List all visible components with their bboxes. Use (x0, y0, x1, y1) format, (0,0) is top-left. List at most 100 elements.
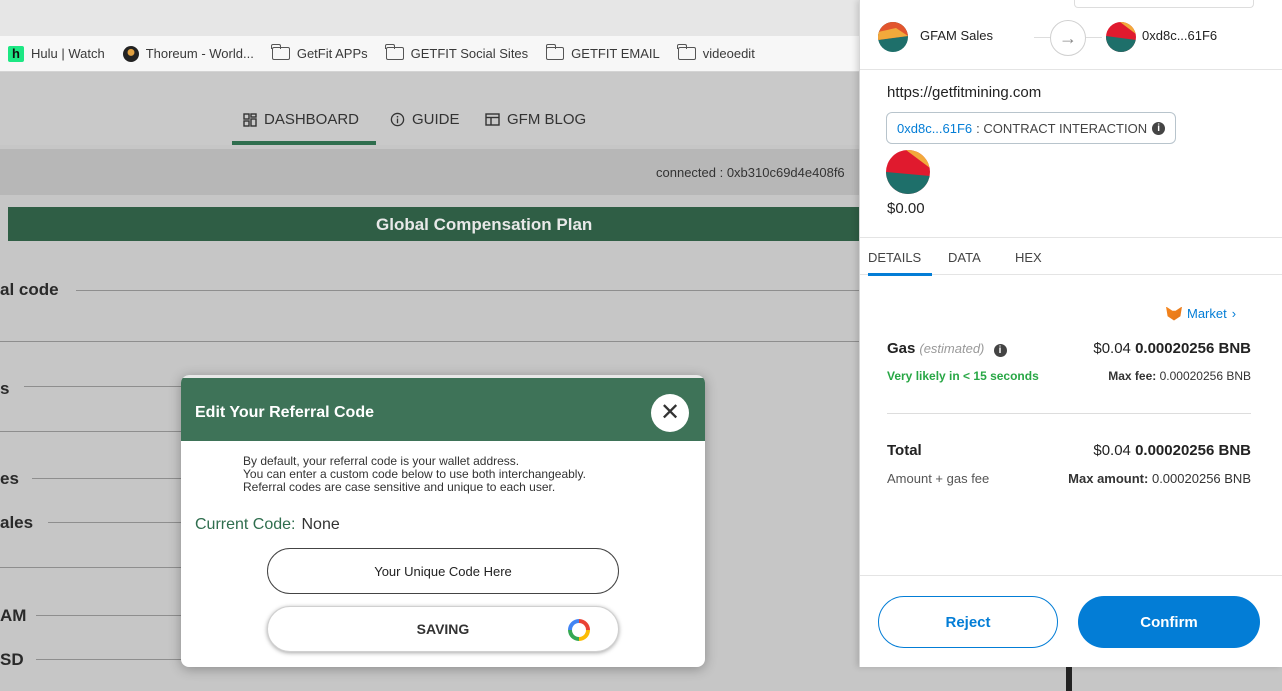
gas-title: Gas (887, 340, 916, 357)
max-amount-value: 0.00020256 BNB (1151, 471, 1251, 486)
bookmark-folder-videoedit[interactable]: videoedit (677, 44, 755, 61)
bookmark-folder-getfit-apps[interactable]: GetFit APPs (271, 44, 368, 61)
gas-fiat: $0.04 (1093, 340, 1131, 357)
close-button[interactable]: ✕ (651, 394, 689, 432)
header-divider (1086, 37, 1102, 38)
row-divider (36, 659, 182, 660)
dashboard-icon (243, 112, 257, 127)
info-icon: i (1152, 121, 1166, 135)
nav-label: GUIDE (412, 111, 460, 128)
gas-label: Gas (estimated) i (887, 340, 1007, 357)
bookmark-thoreum[interactable]: Thoreum - World... (122, 45, 254, 62)
row-divider (24, 386, 184, 387)
modal-description: By default, your referral code is your w… (243, 455, 586, 494)
details-panel: Market › Gas (estimated) i $0.04 0.000202… (860, 276, 1282, 586)
contract-avatar (886, 150, 930, 194)
connected-address: connected : 0xb310c69d4e408f6 (656, 165, 845, 180)
metamask-fox-icon (1166, 306, 1182, 321)
from-account-avatar (878, 22, 908, 52)
bookmark-hulu[interactable]: h Hulu | Watch (8, 45, 105, 62)
blog-icon (485, 113, 500, 126)
nav-active-indicator (232, 141, 376, 145)
total-bnb: 0.00020256 BNB (1135, 442, 1251, 459)
folder-icon (545, 44, 565, 60)
info-icon (390, 112, 405, 127)
total-fiat: $0.04 (1093, 442, 1131, 459)
folder-icon (271, 44, 290, 60)
arrow-right-icon: → (1050, 20, 1086, 56)
max-amount-label: Max amount: (1068, 471, 1149, 486)
desc-line: Referral codes are case sensitive and un… (243, 480, 556, 494)
gas-estimated: (estimated) (919, 341, 985, 356)
from-account-name: GFAM Sales (920, 28, 993, 43)
current-code-label: Current Code: (195, 516, 296, 533)
bookmark-folder-email[interactable]: GETFIT EMAIL (545, 44, 660, 61)
referral-code-input[interactable] (267, 548, 619, 594)
wallet-popup: GFAM Sales → 0xd8c...61F6 https://getfit… (859, 0, 1282, 667)
bookmark-label: GETFIT EMAIL (571, 46, 660, 61)
contract-address: 0xd8c...61F6 (897, 120, 973, 136)
row-label: AM (0, 606, 27, 625)
market-link[interactable]: Market › (1166, 306, 1236, 321)
contract-label: : CONTRACT INTERACTION (976, 120, 1148, 136)
referral-code-modal: Edit Your Referral Code ✕ By default, yo… (181, 375, 705, 667)
modal-header: Edit Your Referral Code ✕ (181, 375, 705, 441)
modal-title: Edit Your Referral Code (195, 404, 374, 421)
wallet-footer: Reject Confirm (860, 575, 1282, 667)
bookmark-folder-social[interactable]: GETFIT Social Sites (385, 44, 529, 61)
row-divider (0, 431, 184, 432)
bookmark-label: GetFit APPs (296, 46, 368, 61)
chevron-right-icon: › (1231, 306, 1237, 321)
row-label-referral-code: al code (0, 280, 59, 299)
row-divider (76, 290, 876, 291)
row-label: s (0, 379, 10, 398)
total-label: Total (887, 442, 922, 459)
nav-guide[interactable]: GUIDE (390, 111, 460, 128)
row-label: es (0, 469, 19, 488)
contract-interaction-pill[interactable]: 0xd8c...61F6 : CONTRACT INTERACTION i (886, 112, 1177, 144)
to-account-avatar (1106, 22, 1136, 52)
gas-timing[interactable]: Very likely in < 15 seconds (887, 369, 1039, 383)
confirm-button[interactable]: Confirm (1078, 596, 1260, 648)
bookmark-label: Thoreum - World... (145, 46, 254, 61)
reject-button[interactable]: Reject (878, 596, 1058, 648)
max-fee-value: 0.00020256 BNB (1159, 369, 1251, 383)
tab-data[interactable]: DATA (948, 250, 981, 265)
tab-details[interactable]: DETAILS (868, 250, 921, 265)
nav-dashboard[interactable]: DASHBOARD (243, 111, 359, 128)
folder-icon (385, 44, 404, 60)
saving-button[interactable]: SAVING (267, 606, 619, 652)
thoreum-icon (122, 45, 139, 62)
row-divider (0, 567, 184, 568)
header-divider (1034, 37, 1050, 38)
wallet-account-header: GFAM Sales → 0xd8c...61F6 (860, 0, 1282, 70)
max-amount: Max amount: 0.00020256 BNB (1068, 471, 1251, 486)
gas-bnb: 0.00020256 BNB (1135, 340, 1251, 357)
current-code-value: None (301, 516, 340, 533)
row-divider (36, 615, 182, 616)
market-label: Market (1187, 306, 1227, 321)
row-label: SD (0, 650, 24, 669)
transaction-amount: $0.00 (887, 200, 925, 217)
row-label: ales (0, 513, 34, 532)
bookmark-label: GETFIT Social Sites (410, 46, 529, 61)
folder-icon (677, 44, 696, 60)
bookmark-label: Hulu | Watch (31, 46, 105, 61)
tab-hex[interactable]: HEX (1015, 250, 1042, 265)
gas-value: $0.04 0.00020256 BNB (1093, 340, 1251, 357)
details-divider (887, 413, 1251, 414)
nav-blog[interactable]: GFM BLOG (485, 111, 586, 128)
row-divider (0, 341, 870, 342)
info-icon[interactable]: i (993, 344, 1007, 357)
total-value: $0.04 0.00020256 BNB (1093, 442, 1251, 459)
nav-label: DASHBOARD (264, 111, 360, 128)
saving-label: SAVING (416, 621, 470, 637)
nav-label: GFM BLOG (507, 111, 587, 128)
row-divider (48, 522, 182, 523)
plan-title: Global Compensation Plan (376, 215, 593, 234)
scrollbar[interactable] (1066, 667, 1072, 691)
site-origin: https://getfitmining.com (887, 84, 1042, 101)
bookmark-label: videoedit (702, 46, 755, 61)
current-code: Current Code: None (195, 516, 340, 534)
hulu-icon: h (8, 45, 24, 62)
